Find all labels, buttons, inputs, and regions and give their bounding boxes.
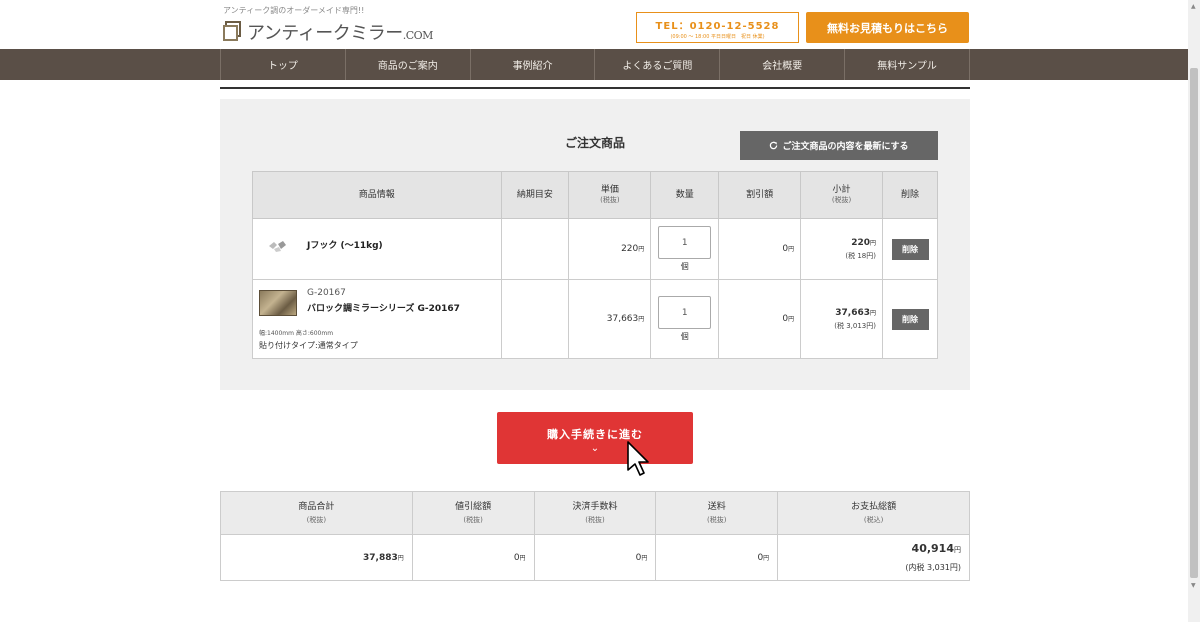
col-header-shipping: 送料 (税抜): [655, 491, 779, 535]
product-name[interactable]: バロック調ミラーシリーズ G-20167: [307, 301, 460, 314]
mouse-cursor-icon: [627, 441, 649, 476]
product-mount-type: 貼り付けタイプ:通常タイプ: [259, 341, 358, 350]
totals-row: 37,883円 0円 0円 0円 40,914円 (内税 3,031円): [220, 534, 970, 581]
table-row: G-20167 バロック調ミラーシリーズ G-20167 幅:1400mm 高さ…: [252, 279, 938, 359]
col-header-unit-price: 単価 (税抜): [568, 171, 652, 219]
cart-table: 商品情報 納期目安 単価 (税抜) 数量 割引額 小計 (税抜) 削除 Jフック (…: [252, 171, 938, 359]
proceed-to-checkout-button[interactable]: 購入手続きに進む ⌄: [497, 412, 693, 464]
refresh-icon: [770, 141, 778, 150]
cart-table-header: 商品情報 納期目安 単価 (税抜) 数量 割引額 小計 (税抜) 削除: [252, 171, 938, 219]
product-name[interactable]: Jフック (～11kg): [307, 238, 383, 251]
tel-hours: (09:00 ～ 18:00 平日日曜日 祝日 休業): [670, 34, 765, 40]
product-code: G-20167: [307, 288, 346, 298]
discount-cell: 0円: [718, 218, 802, 280]
discount-total-value: 0円: [411, 534, 535, 581]
grand-total-value: 40,914円 (内税 3,031円): [777, 534, 970, 581]
j-hook-thumbnail: [269, 241, 286, 252]
site-tagline: アンティーク調のオーダーメイド専門!!: [223, 6, 365, 15]
nav-item-company[interactable]: 会社概要: [719, 49, 844, 80]
logo-frame-icon: [223, 21, 241, 41]
content-divider: [220, 87, 970, 89]
product-size: 幅:1400mm 高さ:600mm: [259, 330, 334, 337]
mirror-frame-thumbnail: [259, 290, 297, 316]
col-header-quantity: 数量: [650, 171, 720, 219]
chevron-down-icon: ⌄: [590, 443, 600, 454]
quantity-unit: 個: [680, 332, 689, 341]
discount-cell: 0円: [718, 279, 802, 359]
col-header-subtotal: 小計 (税抜): [800, 171, 883, 219]
nav-item-top[interactable]: トップ: [220, 49, 345, 80]
col-header-grand-total: お支払総額 (税込): [777, 491, 970, 535]
col-header-delete: 削除: [882, 171, 938, 219]
vertical-scrollbar[interactable]: ▲ ▼: [1188, 0, 1200, 622]
checkout-label: 購入手続きに進む: [547, 428, 643, 441]
delete-cell: 削除: [882, 279, 938, 359]
quantity-input[interactable]: 1: [658, 226, 712, 259]
payment-fee-value: 0円: [533, 534, 657, 581]
nav-item-faq[interactable]: よくあるご質問: [594, 49, 719, 80]
lead-time-cell: [500, 218, 570, 280]
nav-item-cases[interactable]: 事例紹介: [469, 49, 595, 80]
scroll-down-arrow-icon[interactable]: ▼: [1191, 582, 1196, 589]
site-header: アンティーク調のオーダーメイド専門!! アンティークミラー.COM TEL：01…: [0, 0, 1188, 49]
lead-time-cell: [500, 279, 570, 359]
subtotal-cell: 37,663円 (税 3,013円): [800, 279, 883, 359]
delete-cell: 削除: [882, 218, 938, 280]
col-header-payment-fee: 決済手数料 (税抜): [533, 491, 657, 535]
tel-contact-box[interactable]: TEL：0120-12-5528 (09:00 ～ 18:00 平日日曜日 祝日…: [636, 12, 799, 43]
shipping-value: 0円: [655, 534, 779, 581]
subtotal-tax: (税 18円): [845, 251, 876, 260]
unit-price-cell: 37,663円: [568, 279, 652, 359]
totals-table: 商品合計 (税抜) 値引総額 (税抜) 決済手数料 (税抜) 送料 (税抜) お支払総額…: [220, 491, 970, 581]
delete-button[interactable]: 削除: [891, 308, 929, 330]
quantity-input[interactable]: 1: [658, 296, 712, 329]
items-total-value: 37,883円: [220, 534, 413, 581]
nav-item-products[interactable]: 商品のご案内: [344, 49, 470, 80]
product-info-cell: Jフック (～11kg): [252, 218, 502, 280]
delete-button[interactable]: 削除: [891, 238, 929, 260]
scrollbar-thumb[interactable]: [1190, 68, 1198, 578]
quantity-cell: 1 個: [650, 279, 720, 359]
quantity-cell: 1 個: [650, 218, 720, 280]
refresh-cart-label: ご注文商品の内容を最新にする: [782, 142, 909, 152]
product-info-cell: G-20167 バロック調ミラーシリーズ G-20167 幅:1400mm 高さ…: [252, 279, 502, 359]
col-header-items-total: 商品合計 (税抜): [220, 491, 413, 535]
scroll-up-arrow-icon[interactable]: ▲: [1191, 3, 1196, 10]
grand-total-tax: (内税 3,031円): [905, 563, 961, 573]
order-items-section: ご注文商品 ご注文商品の内容を最新にする 商品情報 納期目安 単価 (税抜) 数量…: [220, 99, 970, 390]
quantity-unit: 個: [680, 262, 689, 271]
main-nav: トップ 商品のご案内 事例紹介 よくあるご質問 会社概要 無料サンプル: [0, 49, 1188, 80]
tel-number: TEL：0120-12-5528: [655, 21, 780, 32]
subtotal-tax: (税 3,013円): [834, 321, 876, 330]
subtotal-cell: 220円 (税 18円): [800, 218, 883, 280]
nav-item-free-sample[interactable]: 無料サンプル: [844, 49, 970, 80]
refresh-cart-button[interactable]: ご注文商品の内容を最新にする: [740, 131, 938, 160]
page: アンティーク調のオーダーメイド専門!! アンティークミラー.COM TEL：01…: [0, 0, 1200, 622]
table-row: Jフック (～11kg) 220円 1 個 0円 220円 (税 18円) 削除: [252, 218, 938, 280]
totals-header: 商品合計 (税抜) 値引総額 (税抜) 決済手数料 (税抜) 送料 (税抜) お支払総額…: [220, 491, 970, 535]
col-header-product-info: 商品情報: [252, 171, 502, 219]
col-header-lead-time: 納期目安: [500, 171, 570, 219]
unit-price-cell: 220円: [568, 218, 652, 280]
free-quote-button[interactable]: 無料お見積もりはこちら: [806, 12, 969, 43]
col-header-discount-total: 値引総額 (税抜): [411, 491, 535, 535]
site-logo[interactable]: アンティークミラー.COM: [247, 19, 433, 45]
col-header-discount: 割引額: [718, 171, 802, 219]
